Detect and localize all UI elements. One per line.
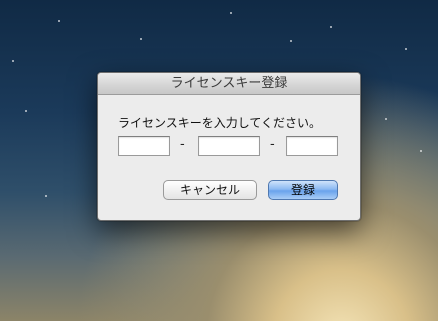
star <box>405 48 407 50</box>
register-button[interactable]: 登録 <box>268 180 338 200</box>
star <box>58 20 60 22</box>
cancel-button[interactable]: キャンセル <box>163 180 257 200</box>
star <box>290 40 292 42</box>
dialog-title: ライセンスキー登録 <box>170 76 288 91</box>
star <box>25 110 27 112</box>
star <box>140 38 142 40</box>
key-separator: - <box>180 137 185 152</box>
star <box>420 150 422 152</box>
star <box>12 60 14 62</box>
license-key-field-1[interactable] <box>118 136 170 156</box>
dialog-message: ライセンスキーを入力してください。 <box>118 116 322 130</box>
dialog-titlebar[interactable]: ライセンスキー登録 <box>98 73 360 95</box>
star <box>45 195 47 197</box>
license-key-dialog: ライセンスキー登録 ライセンスキーを入力してください。 - - キャンセル 登録 <box>97 72 361 221</box>
star <box>330 26 332 28</box>
star <box>230 12 232 14</box>
key-separator: - <box>270 137 275 152</box>
star <box>385 118 387 120</box>
license-key-field-3[interactable] <box>286 136 338 156</box>
license-key-field-2[interactable] <box>198 136 260 156</box>
